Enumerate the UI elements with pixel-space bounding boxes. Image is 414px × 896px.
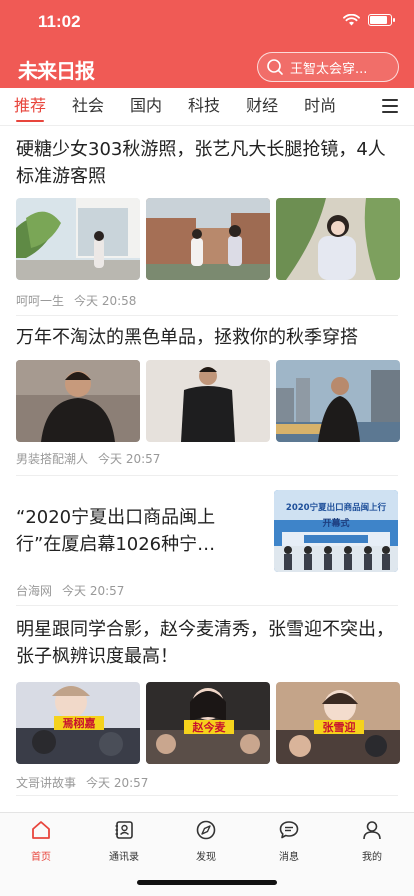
thumbnail-image <box>146 360 270 442</box>
image-caption: 赵今麦 <box>192 720 227 734</box>
news-title: 万年不淘汰的黑色单品，拯救你的秋季穿搭 <box>16 327 358 348</box>
discover-icon <box>196 820 216 840</box>
news-meta: 呵呵一生 今天 20:58 <box>16 292 136 309</box>
battery-level <box>370 16 388 24</box>
tabbar-label: 消息 <box>279 852 299 863</box>
tabbar-label: 我的 <box>362 852 382 863</box>
thumbnail-image <box>16 198 140 280</box>
news-title: 硬糖少女303秋游照，张艺凡大长腿抢镜，4人标准游客照 <box>16 139 386 187</box>
news-item[interactable]: 明星跟同学合影，赵今麦清秀，张雪迎不突出，张子枫辨识度最高！ 焉栩嘉 赵今麦 张… <box>16 616 400 796</box>
banner-title: 2020宁夏出口商品闽上行 <box>286 502 387 513</box>
thumbnail-row <box>16 360 400 442</box>
wifi-icon <box>343 14 360 26</box>
contacts-icon <box>115 821 133 839</box>
news-meta: 男装搭配潮人 今天 20:57 <box>16 450 160 467</box>
tabbar-label: 首页 <box>31 852 51 863</box>
thumbnail-image: 赵今麦 <box>146 682 270 764</box>
thumbnail-image: 张雪迎 <box>276 682 400 764</box>
news-meta: 文哥讲故事 今天 20:57 <box>16 774 148 791</box>
battery-icon <box>368 14 395 26</box>
tab-domestic[interactable]: 国内 <box>130 88 162 126</box>
tab-tech[interactable]: 科技 <box>188 88 220 126</box>
news-meta: 台海网 今天 20:57 <box>16 582 124 599</box>
home-indicator <box>137 880 277 885</box>
news-item[interactable]: “2020宁夏出口商品闽上行”在厦启幕1026种宁… 2020宁夏出口商品闽上行… <box>16 484 398 606</box>
news-time: 今天 20:57 <box>98 452 161 466</box>
thumbnail-image <box>146 198 270 280</box>
news-source: 呵呵一生 <box>16 294 65 308</box>
news-title: “2020宁夏出口商品闽上行”在厦启幕1026种宁… <box>16 507 216 555</box>
stage-title: 开幕式 <box>322 517 349 529</box>
menu-icon[interactable] <box>382 99 398 113</box>
tab-recommended[interactable]: 推荐 <box>14 88 46 126</box>
tabbar-discover[interactable]: 发现 <box>176 819 236 863</box>
thumbnail-image: 焉栩嘉 <box>16 682 140 764</box>
news-source: 男装搭配潮人 <box>16 452 89 466</box>
profile-icon <box>363 821 381 840</box>
app-logo: 未来日报 <box>18 59 95 83</box>
tab-fashion[interactable]: 时尚 <box>304 88 336 126</box>
thumbnail-image <box>276 198 400 280</box>
news-time: 今天 20:57 <box>86 776 149 790</box>
tab-finance[interactable]: 财经 <box>246 88 278 126</box>
news-time: 今天 20:57 <box>62 584 125 598</box>
home-icon <box>32 821 50 839</box>
search-icon <box>267 59 283 75</box>
thumbnail-row: 焉栩嘉 赵今麦 张雪迎 <box>16 682 400 764</box>
news-source: 文哥讲故事 <box>16 776 77 790</box>
tabbar-contacts[interactable]: 通讯录 <box>94 819 154 863</box>
news-title: 明星跟同学合影，赵今麦清秀，张雪迎不突出，张子枫辨识度最高！ <box>16 619 394 667</box>
tab-society[interactable]: 社会 <box>72 88 104 126</box>
news-source: 台海网 <box>16 584 53 598</box>
message-icon <box>279 821 299 839</box>
tabbar-messages[interactable]: 消息 <box>259 819 319 863</box>
tabbar-label: 发现 <box>196 852 216 863</box>
tabbar-home[interactable]: 首页 <box>11 819 71 863</box>
news-item[interactable]: 硬糖少女303秋游照，张艺凡大长腿抢镜，4人标准游客照 呵呵一生 今天 20:5… <box>16 136 400 316</box>
search-placeholder: 王智太会穿... <box>290 61 368 77</box>
news-time: 今天 20:58 <box>74 294 137 308</box>
app-header: 11:02 未来日报 王智太会穿... <box>0 0 414 88</box>
tabbar-label: 通讯录 <box>109 852 139 863</box>
search-input[interactable]: 王智太会穿... <box>257 52 399 82</box>
thumbnail-image <box>276 360 400 442</box>
image-caption: 焉栩嘉 <box>63 716 96 730</box>
status-icons <box>343 14 395 26</box>
news-item[interactable]: 万年不淘汰的黑色单品，拯救你的秋季穿搭 男装搭配潮人 今天 20:57 <box>16 324 400 476</box>
category-tabs: 推荐 社会 国内 科技 财经 时尚 <box>0 88 414 126</box>
tabbar-profile[interactable]: 我的 <box>342 819 402 863</box>
image-caption: 张雪迎 <box>323 720 356 734</box>
thumbnail-row <box>16 198 400 280</box>
thumbnail-image: 2020宁夏出口商品闽上行 开幕式 <box>274 490 398 572</box>
thumbnail-image <box>16 360 140 442</box>
status-time: 11:02 <box>38 12 81 31</box>
